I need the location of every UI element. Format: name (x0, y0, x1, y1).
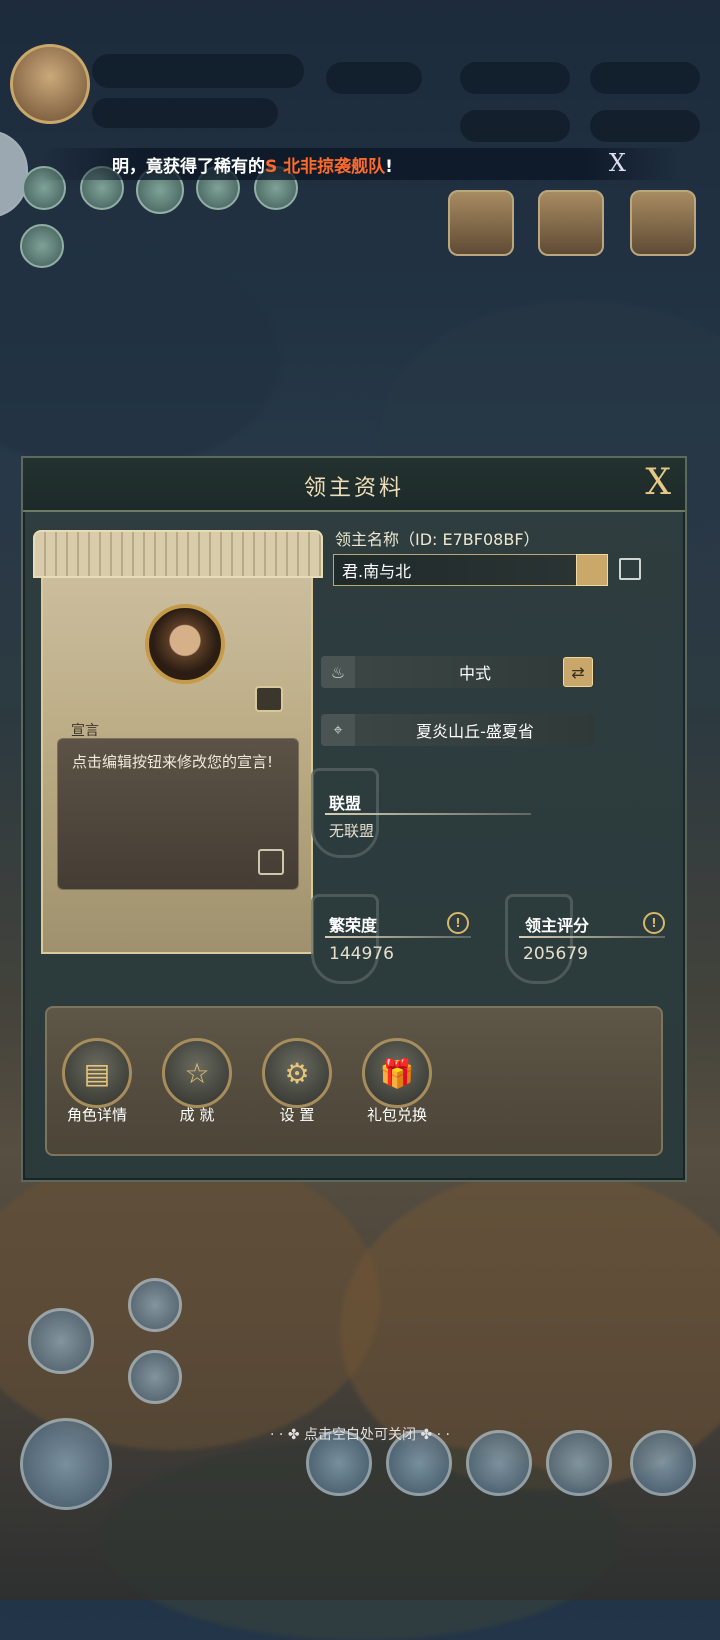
fleur-right-icon: ✤ · · (416, 1427, 450, 1443)
lord-score-divider (519, 936, 665, 938)
lord-profile-dialog: 领主资料 X 宣言 点击编辑按钮来修改您的宣言! 领主名称（ID: E7BF08… (21, 456, 687, 1182)
tap-to-close-hint: · · ✤ 点击空白处可关闭 ✤ · · (0, 1424, 720, 1444)
gift-redeem-label: 礼包兑换 (366, 1106, 427, 1124)
achievements-label: 成 就 (179, 1106, 215, 1124)
declaration-box: 点击编辑按钮来修改您的宣言! (57, 738, 299, 890)
copy-icon[interactable] (619, 558, 641, 580)
ticker-close-button[interactable]: X (609, 149, 626, 177)
prosperity-info-icon[interactable]: ! (447, 912, 469, 934)
edit-name-icon[interactable] (576, 554, 608, 586)
swap-style-icon[interactable]: ⇄ (563, 657, 593, 687)
flame-icon: ♨ (321, 656, 355, 688)
dialog-header: 领主资料 X (23, 458, 685, 512)
announcement-ticker: 明，竟获得了稀有的S 北非掠袭舰队! X (42, 148, 682, 180)
prosperity-label: 繁荣度 (329, 916, 378, 935)
build-hammer-icon[interactable] (28, 1308, 94, 1374)
style-row: ♨ 中式 ⇄ (321, 656, 595, 688)
resource-gold-pill (460, 62, 570, 94)
lord-avatar[interactable] (145, 604, 225, 684)
alliance-label: 联盟 (329, 794, 362, 813)
event-button-1[interactable] (448, 190, 514, 256)
character-details-label: 角色详情 (66, 1106, 127, 1124)
player-avatar[interactable] (10, 44, 90, 124)
fleur-left-icon: · · ✤ (270, 1427, 304, 1443)
change-avatar-icon[interactable] (255, 686, 283, 712)
event-button-2[interactable] (538, 190, 604, 256)
settings-label: 设 置 (279, 1106, 315, 1124)
portrait-frame-top (33, 530, 323, 578)
ticker-text: 明，竟获得了稀有的S 北非掠袭舰队! (112, 156, 393, 177)
lord-score-shield-icon (505, 894, 573, 984)
resource-stone-pill (590, 110, 700, 142)
gear-icon: ⚙ (262, 1038, 332, 1108)
portrait-panel: 宣言 点击编辑按钮来修改您的宣言! (33, 530, 323, 954)
tap-to-close-text: 点击空白处可关闭 (304, 1427, 416, 1443)
chat-icon[interactable] (20, 224, 64, 268)
book-icon: ▤ (62, 1038, 132, 1108)
lord-name-field: 君.南与北 (333, 554, 608, 586)
resource-iron-pill (460, 110, 570, 142)
search-icon[interactable] (128, 1278, 182, 1332)
declaration-text: 点击编辑按钮来修改您的宣言! (72, 753, 274, 771)
lord-score-value: 205679 (523, 944, 588, 964)
actions-panel: ▤ 角色详情 ☆ 成 就 ⚙ 设 置 🎁 礼包兑换 (45, 1006, 663, 1156)
achievements-button[interactable]: ☆ 成 就 (157, 1038, 237, 1125)
location-value[interactable]: 夏炎山丘-盛夏省 (355, 718, 595, 742)
power-pill (92, 54, 304, 88)
character-details-button[interactable]: ▤ 角色详情 (57, 1038, 137, 1125)
gift-icon: 🎁 (362, 1038, 432, 1108)
prosperity-value: 144976 (329, 944, 394, 964)
city-icon[interactable] (128, 1350, 182, 1404)
resource-gem-pill (326, 62, 422, 94)
alliance-divider (325, 813, 531, 815)
settings-button[interactable]: ⚙ 设 置 (257, 1038, 337, 1125)
ticker-highlight: S 北非掠袭舰队 (265, 156, 386, 177)
lord-score-label: 领主评分 (525, 916, 590, 935)
gift-redeem-button[interactable]: 🎁 礼包兑换 (357, 1038, 437, 1125)
dialog-title: 领主资料 (303, 476, 404, 501)
prosperity-divider (325, 936, 471, 938)
style-value: 中式 (458, 664, 491, 683)
lord-name-label: 领主名称（ID: E7BF08BF） (335, 530, 540, 549)
prosperity-shield-icon (311, 894, 379, 984)
level-pill (92, 98, 278, 128)
location-pin-icon: ⌖ (321, 714, 355, 746)
lord-score-info-icon[interactable]: ! (643, 912, 665, 934)
star-icon: ☆ (162, 1038, 232, 1108)
event-button-3[interactable] (630, 190, 696, 256)
close-button[interactable]: X (645, 462, 671, 503)
location-row: ⌖ 夏炎山丘-盛夏省 (321, 714, 595, 746)
edit-declaration-icon[interactable] (258, 849, 284, 875)
resource-wood-pill (590, 62, 700, 94)
declaration-label: 宣言 (71, 723, 99, 739)
lord-name-value: 君.南与北 (342, 562, 412, 581)
alliance-value: 无联盟 (329, 822, 375, 840)
